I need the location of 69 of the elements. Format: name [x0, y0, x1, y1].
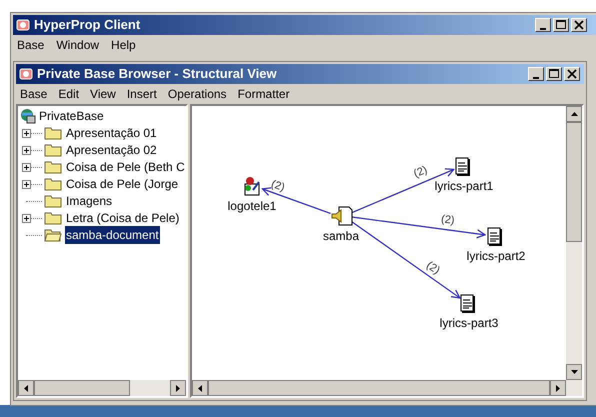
- expand-icon[interactable]: [22, 214, 31, 223]
- close-icon: [565, 67, 579, 81]
- vertical-scrollbar[interactable]: [566, 106, 582, 380]
- app-icon: [18, 66, 34, 82]
- document-node-icon[interactable]: [486, 226, 504, 246]
- document-node-icon[interactable]: [459, 293, 477, 313]
- tree-item[interactable]: Apresentação 02: [65, 141, 158, 159]
- menu-item[interactable]: Help: [111, 36, 136, 54]
- tree-item[interactable]: Coisa de Pele (Jorge: [65, 175, 180, 193]
- folder-icon: [44, 143, 62, 157]
- folder-icon: [44, 177, 62, 191]
- scroll-down-icon: [570, 370, 578, 374]
- app-icon: [15, 17, 31, 33]
- tree-item[interactable]: Apresentação 01: [65, 124, 158, 142]
- database-icon: [20, 108, 36, 124]
- close-button[interactable]: [564, 67, 580, 81]
- tree-item[interactable]: Letra (Coisa de Pele): [65, 209, 180, 227]
- link-label: (2): [412, 165, 429, 180]
- node-label: lyrics-part3: [440, 317, 498, 329]
- link-label: (2): [440, 214, 456, 227]
- folder-icon: [44, 126, 62, 140]
- folder-icon: [44, 228, 62, 242]
- menu-item[interactable]: View: [90, 85, 116, 103]
- tree-item[interactable]: samba-document: [65, 226, 160, 244]
- minimize-button[interactable]: [528, 67, 544, 81]
- scroll-left-icon: [24, 384, 28, 392]
- expand-icon[interactable]: [22, 129, 31, 138]
- menu-item[interactable]: Formatter: [238, 85, 290, 103]
- menu-item[interactable]: Operations: [168, 85, 227, 103]
- menu-item[interactable]: Edit: [58, 85, 80, 103]
- scroll-up-icon: [570, 112, 578, 116]
- minimize-icon: [540, 28, 546, 30]
- expand-icon[interactable]: [22, 146, 31, 155]
- document-node-icon[interactable]: [454, 156, 472, 176]
- window-title: Private Base Browser - Structural View: [37, 65, 277, 84]
- expand-icon[interactable]: [22, 163, 31, 172]
- image-node-icon[interactable]: [242, 176, 262, 196]
- close-button[interactable]: [571, 18, 587, 32]
- folder-icon: [44, 194, 62, 208]
- window-title: HyperProp Client: [34, 16, 140, 34]
- minimize-button[interactable]: [535, 18, 551, 32]
- tree-item[interactable]: PrivateBase: [39, 107, 104, 125]
- menu-item[interactable]: Window: [56, 36, 100, 54]
- maximize-icon: [554, 18, 568, 32]
- menu-item[interactable]: Base: [17, 36, 44, 54]
- minimize-icon: [533, 76, 539, 78]
- tree-item[interactable]: Coisa de Pele (Beth C: [65, 158, 186, 176]
- node-label: lyrics-part1: [434, 180, 494, 192]
- audio-node-icon[interactable]: [331, 206, 353, 226]
- maximize-icon: [547, 67, 561, 81]
- maximize-button[interactable]: [553, 18, 569, 32]
- folder-icon: [44, 211, 62, 225]
- node-label: samba: [322, 230, 360, 242]
- folder-icon: [44, 160, 62, 174]
- menu-item[interactable]: Insert: [126, 85, 157, 103]
- horizontal-scrollbar[interactable]: [192, 380, 582, 396]
- node-label: lyrics-part2: [466, 250, 526, 262]
- expand-icon[interactable]: [22, 180, 31, 189]
- scroll-left-icon: [198, 384, 202, 392]
- scroll-right-icon: [176, 384, 180, 392]
- horizontal-scrollbar[interactable]: [18, 380, 186, 396]
- link-label: (2): [269, 179, 286, 194]
- tree-item[interactable]: Imagens: [65, 192, 114, 210]
- maximize-button[interactable]: [546, 67, 562, 81]
- link-label: (2): [424, 260, 442, 277]
- menu-item[interactable]: Base: [20, 85, 48, 103]
- scroll-right-icon: [556, 384, 560, 392]
- node-label: logotele1: [228, 200, 276, 212]
- close-icon: [572, 18, 586, 32]
